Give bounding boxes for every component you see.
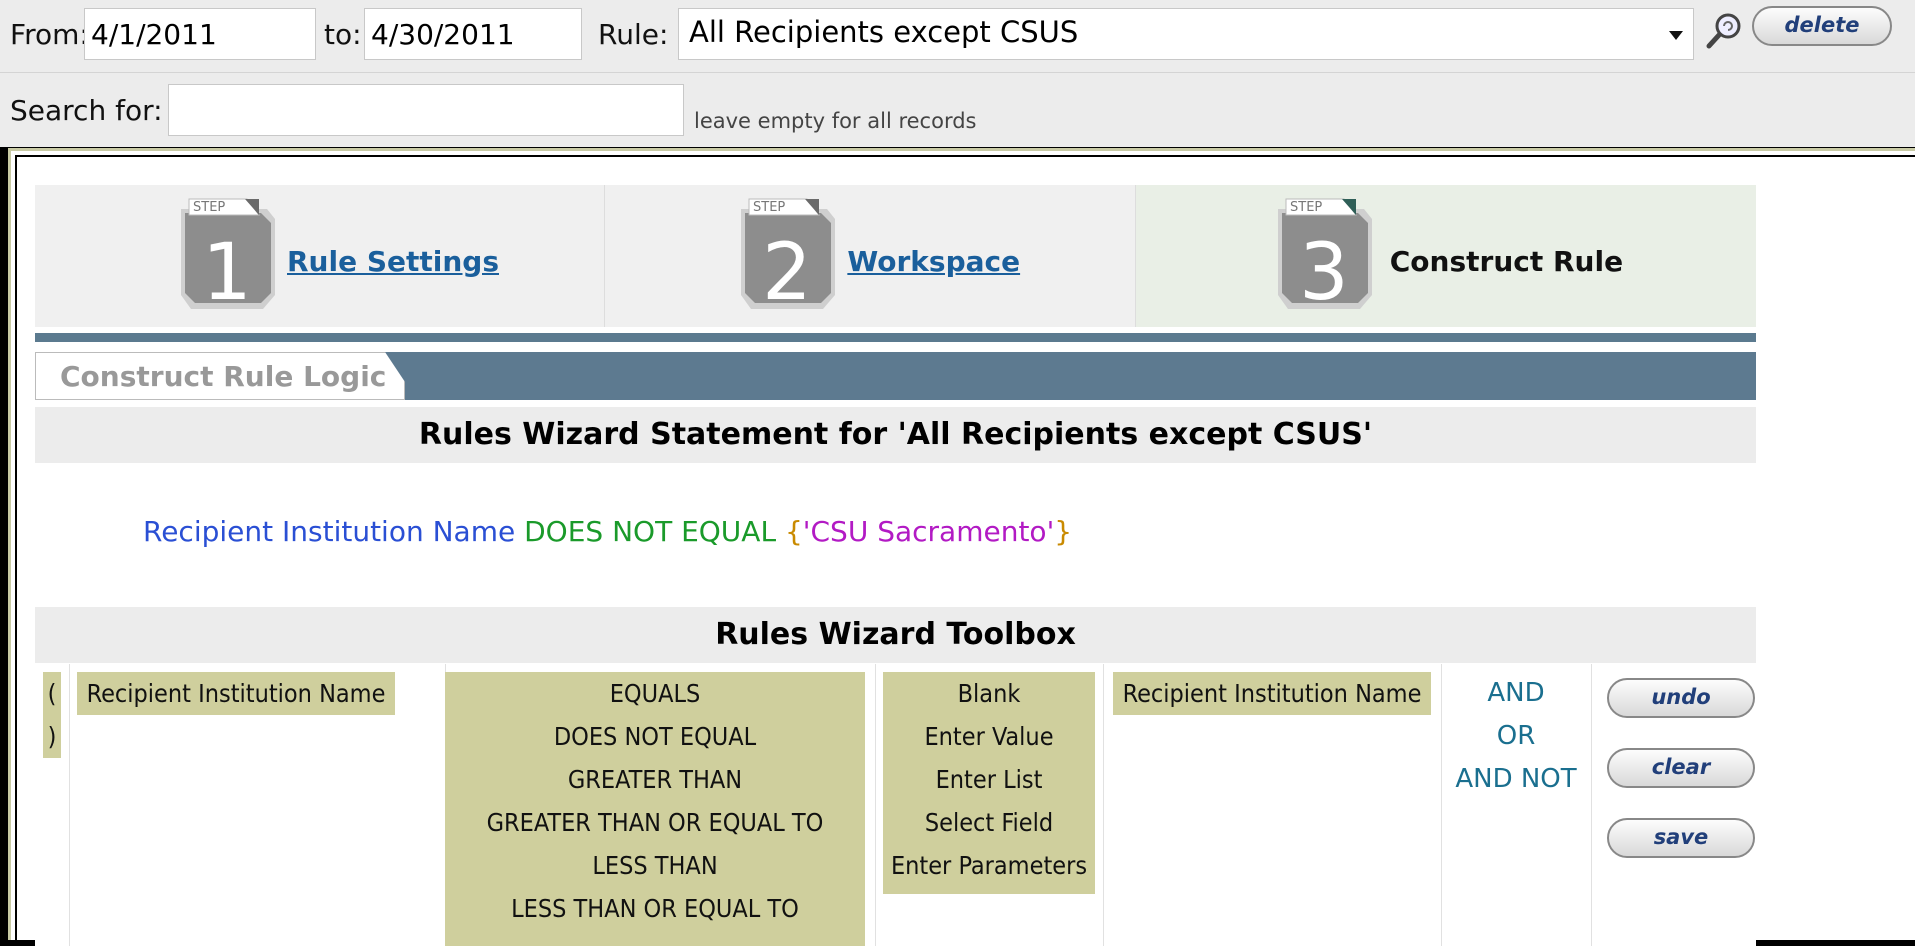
save-button[interactable]: save (1607, 818, 1755, 858)
step-badge-icon: STEP 2 (741, 198, 836, 313)
statement-operator[interactable]: DOES NOT EQUAL (524, 515, 776, 548)
value-type-blank[interactable]: Blank (883, 672, 1095, 715)
toolbox-parens-column: ( ) (35, 664, 70, 946)
rule-select[interactable]: All Recipients except CSUS (678, 8, 1694, 60)
main-frame: STEP 1 Rule Settings STEP 2 Workspace ST… (8, 148, 1915, 946)
operator-greater-than-or-equal[interactable]: GREATER THAN OR EQUAL TO (445, 801, 865, 844)
rule-label: Rule: (598, 18, 669, 51)
toolbox-field-left[interactable]: Recipient Institution Name (77, 672, 395, 715)
toolbox: ( ) Recipient Institution Name EQUALS DO… (35, 664, 1756, 946)
filter-row-search: Search for: leave empty for all records (0, 73, 1915, 147)
step-badge-icon: STEP 1 (181, 198, 275, 313)
step-1-number: 1 (202, 228, 252, 313)
toolbox-actions-column: undo clear save (1591, 664, 1756, 946)
step-3-label: Construct Rule (1389, 245, 1624, 278)
step-2-link[interactable]: Workspace (847, 245, 1020, 278)
statement-open-brace: { (784, 515, 803, 548)
search-label: Search for: (10, 94, 163, 127)
filter-bar: From: to: Rule: All Recipients except CS… (0, 0, 1915, 147)
toolbox-heading: Rules Wizard Toolbox (35, 607, 1756, 663)
operator-does-not-equal[interactable]: DOES NOT EQUAL (445, 715, 865, 758)
rule-statement: Recipient Institution Name DOES NOT EQUA… (143, 515, 1072, 548)
tab-label: Construct Rule Logic (60, 360, 387, 393)
step-1-word: STEP (193, 200, 225, 215)
logic-and[interactable]: AND (1441, 672, 1591, 715)
operator-less-than-or-equal[interactable]: LESS THAN OR EQUAL TO (445, 887, 865, 930)
step-badge-icon: STEP 3 (1277, 198, 1372, 313)
logic-and-not[interactable]: AND NOT (1441, 758, 1591, 801)
to-label: to: (324, 18, 362, 51)
value-type-enter-value[interactable]: Enter Value (883, 715, 1095, 758)
step-3-number: 3 (1299, 228, 1349, 313)
step-1-link[interactable]: Rule Settings (287, 245, 499, 278)
paren-open[interactable]: ( (43, 672, 61, 715)
toolbox-operators-column: EQUALS DOES NOT EQUAL GREATER THAN GREAT… (445, 664, 876, 946)
operators-chip: EQUALS DOES NOT EQUAL GREATER THAN GREAT… (445, 672, 865, 946)
from-date-input[interactable] (84, 8, 316, 60)
toolbox-field-right-column: Recipient Institution Name (1103, 664, 1442, 946)
operator-equals[interactable]: EQUALS (445, 672, 865, 715)
undo-button[interactable]: undo (1607, 678, 1755, 718)
step-2-number: 2 (763, 228, 813, 313)
toolbox-field-right[interactable]: Recipient Institution Name (1113, 672, 1431, 715)
value-types-chip: Blank Enter Value Enter List Select Fiel… (883, 672, 1095, 894)
search-magnifier-icon[interactable] (1704, 10, 1744, 52)
operator-less-than[interactable]: LESS THAN (445, 844, 865, 887)
statement-field[interactable]: Recipient Institution Name (143, 515, 515, 548)
value-type-enter-parameters[interactable]: Enter Parameters (883, 844, 1095, 887)
value-type-select-field[interactable]: Select Field (883, 801, 1095, 844)
toolbox-logic-column: AND OR AND NOT (1441, 664, 1592, 946)
tab-construct-rule-logic[interactable]: Construct Rule Logic (35, 352, 405, 400)
logic-list: AND OR AND NOT (1441, 672, 1591, 801)
chevron-down-icon[interactable] (1669, 31, 1683, 40)
filter-row-dates: From: to: Rule: All Recipients except CS… (0, 0, 1915, 73)
paren-close[interactable]: ) (43, 715, 61, 758)
to-date-input[interactable] (364, 8, 582, 60)
search-input[interactable] (168, 84, 684, 136)
statement-value[interactable]: 'CSU Sacramento' (803, 515, 1054, 548)
clear-button[interactable]: clear (1607, 748, 1755, 788)
step-3-word: STEP (1290, 200, 1322, 215)
wizard-steps: STEP 1 Rule Settings STEP 2 Workspace ST… (35, 185, 1757, 327)
accent-bar (35, 333, 1756, 342)
step-3: STEP 3 Construct Rule (1135, 185, 1757, 327)
toolbox-values-column: Blank Enter Value Enter List Select Fiel… (875, 664, 1104, 946)
statement-heading: Rules Wizard Statement for 'All Recipien… (35, 407, 1756, 463)
step-2[interactable]: STEP 2 Workspace (605, 185, 1136, 327)
value-type-enter-list[interactable]: Enter List (883, 758, 1095, 801)
toolbox-field-column: Recipient Institution Name (69, 664, 446, 946)
operator-greater-than[interactable]: GREATER THAN (445, 758, 865, 801)
step-1[interactable]: STEP 1 Rule Settings (35, 185, 606, 327)
rule-select-value: All Recipients except CSUS (689, 15, 1079, 49)
delete-button[interactable]: delete (1752, 6, 1892, 46)
logic-or[interactable]: OR (1441, 715, 1591, 758)
from-label: From: (10, 18, 89, 51)
main-frame-inner: STEP 1 Rule Settings STEP 2 Workspace ST… (15, 155, 1915, 946)
parens-chip: ( ) (43, 672, 61, 758)
search-hint: leave empty for all records (694, 109, 977, 133)
step-2-word: STEP (753, 200, 785, 215)
statement-close-brace: } (1054, 515, 1073, 548)
tab-strip: Construct Rule Logic (35, 352, 1756, 400)
